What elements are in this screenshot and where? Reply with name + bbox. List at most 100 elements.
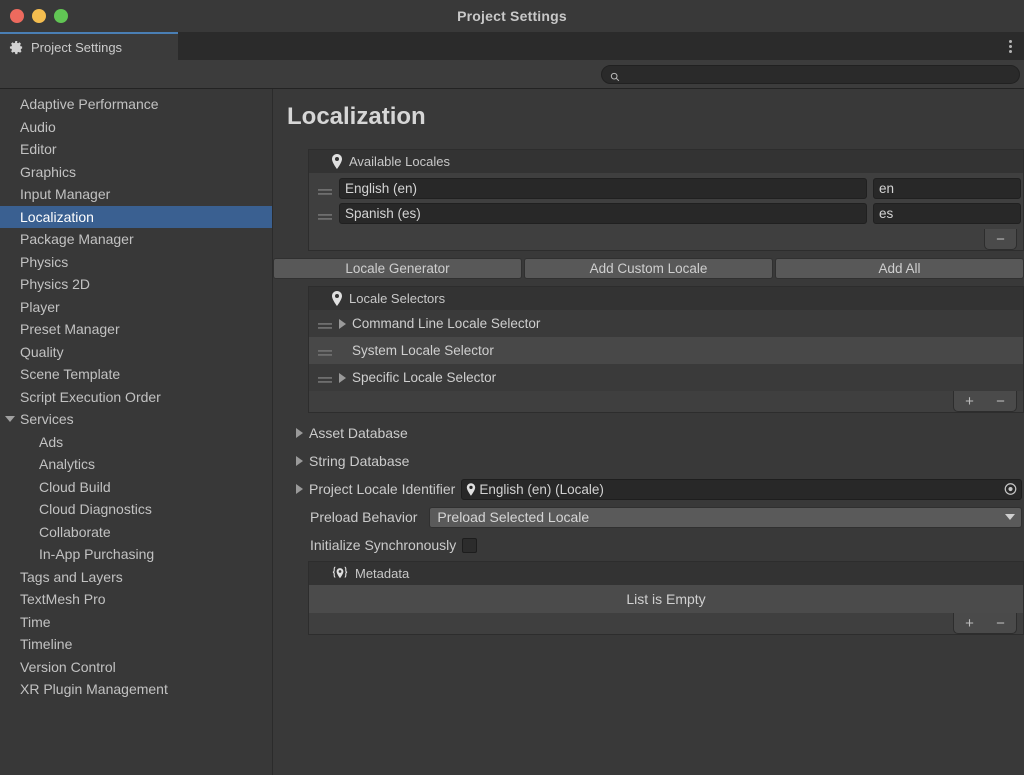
- add-selector-button[interactable]: +: [954, 391, 985, 411]
- sidebar-item-label: Services: [20, 411, 74, 428]
- metadata-icon: [331, 566, 349, 582]
- metadata-title: Metadata: [355, 566, 410, 581]
- database-foldouts: Asset Database String Database: [293, 419, 1024, 475]
- traffic-lights: [10, 0, 68, 32]
- available-locales-footer: −: [308, 229, 1024, 251]
- close-window-button[interactable]: [10, 9, 24, 23]
- sidebar-item-analytics[interactable]: Analytics: [0, 453, 272, 476]
- sidebar-item-label: Graphics: [20, 163, 77, 180]
- locale-selector-row[interactable]: Command Line Locale Selector: [309, 310, 1023, 337]
- drag-handle-icon[interactable]: [317, 209, 333, 220]
- add-custom-locale-button[interactable]: Add Custom Locale: [524, 258, 773, 279]
- sidebar-item-input-manager[interactable]: Input Manager: [0, 183, 272, 206]
- chevron-right-icon[interactable]: [296, 456, 303, 466]
- locale-selector-row[interactable]: System Locale Selector: [309, 337, 1023, 364]
- settings-content: Localization Available Locales English (…: [273, 89, 1024, 775]
- remove-selector-button[interactable]: −: [985, 391, 1016, 411]
- sidebar-item-label: Script Execution Order: [20, 388, 161, 405]
- sidebar-item-localization[interactable]: Localization: [0, 205, 272, 228]
- sidebar-item-physics[interactable]: Physics: [0, 251, 272, 274]
- search-box[interactable]: [601, 64, 1020, 84]
- chevron-right-icon[interactable]: [296, 484, 303, 494]
- sidebar-item-xr-plugin-management[interactable]: XR Plugin Management: [0, 678, 272, 701]
- kebab-menu-icon[interactable]: [1009, 32, 1012, 60]
- locale-row[interactable]: English (en) en: [309, 176, 1023, 201]
- sidebar-item-label: Localization: [20, 208, 94, 225]
- tab-strip: Project Settings: [0, 32, 1024, 60]
- metadata-section: Metadata List is Empty + −: [308, 561, 1024, 635]
- sidebar-item-label: Analytics: [39, 456, 96, 473]
- sidebar-item-timeline[interactable]: Timeline: [0, 633, 272, 656]
- sidebar-item-version-control[interactable]: Version Control: [0, 656, 272, 679]
- sidebar-item-script-execution-order[interactable]: Script Execution Order: [0, 386, 272, 409]
- sidebar-item-label: Collaborate: [39, 523, 111, 540]
- sidebar-item-cloud-build[interactable]: Cloud Build: [0, 476, 272, 499]
- chevron-right-icon[interactable]: [296, 428, 303, 438]
- foldout-asset-database[interactable]: Asset Database: [293, 419, 1024, 447]
- window-title: Project Settings: [457, 8, 567, 24]
- sidebar-item-editor[interactable]: Editor: [0, 138, 272, 161]
- settings-sidebar[interactable]: Adaptive Performance Audio Editor Graphics I…: [0, 89, 273, 775]
- sidebar-item-label: Cloud Build: [39, 478, 111, 495]
- sidebar-item-label: Timeline: [20, 636, 73, 653]
- zoom-window-button[interactable]: [54, 9, 68, 23]
- sidebar-item-physics-2d[interactable]: Physics 2D: [0, 273, 272, 296]
- sidebar-item-ads[interactable]: Ads: [0, 431, 272, 454]
- locale-name-field[interactable]: Spanish (es): [339, 203, 867, 224]
- available-locales-section: Available Locales English (en) en Spanish …: [308, 149, 1024, 251]
- foldout-label: String Database: [309, 453, 410, 469]
- sidebar-item-time[interactable]: Time: [0, 611, 272, 634]
- locale-code-field[interactable]: es: [873, 203, 1021, 224]
- tab-project-settings[interactable]: Project Settings: [0, 32, 178, 60]
- initialize-synchronously-label: Initialize Synchronously: [310, 537, 457, 553]
- locale-selector-row[interactable]: Specific Locale Selector: [309, 364, 1023, 391]
- project-locale-identifier-field[interactable]: English (en) (Locale): [461, 478, 1022, 500]
- sidebar-item-collaborate[interactable]: Collaborate: [0, 521, 272, 544]
- locale-generator-button[interactable]: Locale Generator: [273, 258, 522, 279]
- chevron-right-icon[interactable]: [339, 318, 346, 329]
- remove-locale-button[interactable]: −: [985, 229, 1016, 249]
- chevron-right-icon[interactable]: [339, 372, 346, 383]
- sidebar-item-scene-template[interactable]: Scene Template: [0, 363, 272, 386]
- drag-handle-icon[interactable]: [317, 373, 333, 383]
- sidebar-item-preset-manager[interactable]: Preset Manager: [0, 318, 272, 341]
- add-metadata-button[interactable]: +: [954, 613, 985, 633]
- sidebar-item-package-manager[interactable]: Package Manager: [0, 228, 272, 251]
- drag-handle-icon[interactable]: [317, 184, 333, 195]
- search-input[interactable]: [625, 68, 1011, 80]
- object-picker-icon[interactable]: [1002, 481, 1019, 498]
- locale-pin-icon: [331, 291, 343, 306]
- metadata-header[interactable]: Metadata: [308, 561, 1024, 585]
- sidebar-item-graphics[interactable]: Graphics: [0, 161, 272, 184]
- preload-behavior-dropdown[interactable]: Preload Selected Locale: [429, 506, 1022, 528]
- locale-selectors-rows: Command Line Locale Selector System Local…: [308, 310, 1024, 391]
- sidebar-item-player[interactable]: Player: [0, 296, 272, 319]
- sidebar-item-cloud-diagnostics[interactable]: Cloud Diagnostics: [0, 498, 272, 521]
- available-locales-header[interactable]: Available Locales: [308, 149, 1024, 173]
- metadata-empty-list: List is Empty: [308, 585, 1024, 613]
- foldout-string-database[interactable]: String Database: [293, 447, 1024, 475]
- sidebar-item-quality[interactable]: Quality: [0, 341, 272, 364]
- sidebar-item-services[interactable]: Services: [0, 408, 272, 431]
- available-locales-title: Available Locales: [349, 154, 450, 169]
- locale-selectors-title: Locale Selectors: [349, 291, 446, 306]
- chevron-down-icon[interactable]: [5, 416, 15, 423]
- sidebar-item-textmesh-pro[interactable]: TextMesh Pro: [0, 588, 272, 611]
- locale-name-field[interactable]: English (en): [339, 178, 867, 199]
- drag-handle-icon[interactable]: [317, 346, 333, 356]
- sidebar-item-label: Version Control: [20, 658, 116, 675]
- initialize-synchronously-checkbox[interactable]: [462, 537, 478, 553]
- sidebar-item-in-app-purchasing[interactable]: In-App Purchasing: [0, 543, 272, 566]
- locale-row[interactable]: Spanish (es) es: [309, 201, 1023, 226]
- locale-selectors-header[interactable]: Locale Selectors: [308, 286, 1024, 310]
- remove-metadata-button[interactable]: −: [985, 613, 1016, 633]
- sidebar-item-adaptive-performance[interactable]: Adaptive Performance: [0, 93, 272, 116]
- sidebar-item-label: Scene Template: [20, 366, 121, 383]
- locale-code-field[interactable]: en: [873, 178, 1021, 199]
- sidebar-item-label: Input Manager: [20, 186, 111, 203]
- drag-handle-icon[interactable]: [317, 319, 333, 329]
- sidebar-item-tags-and-layers[interactable]: Tags and Layers: [0, 566, 272, 589]
- add-all-button[interactable]: Add All: [775, 258, 1024, 279]
- minimize-window-button[interactable]: [32, 9, 46, 23]
- sidebar-item-audio[interactable]: Audio: [0, 116, 272, 139]
